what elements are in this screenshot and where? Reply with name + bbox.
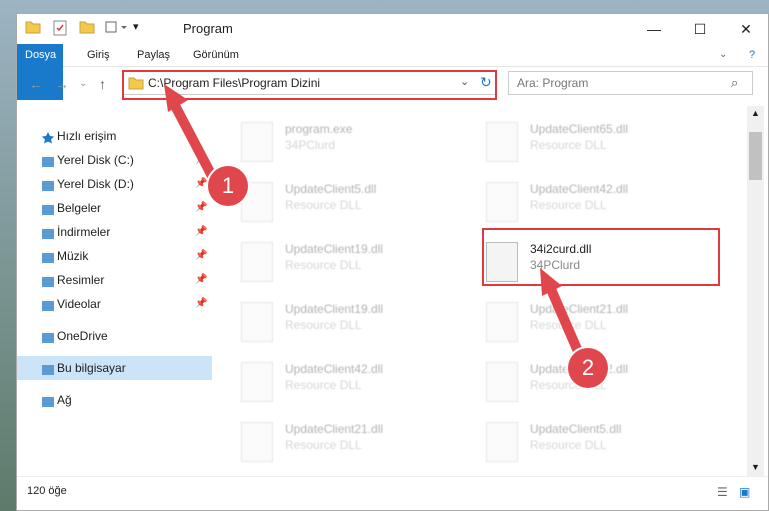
step-2-badge: 2 [568, 348, 608, 388]
annotation-arrows [164, 84, 585, 358]
step-1-badge: 1 [208, 166, 248, 206]
